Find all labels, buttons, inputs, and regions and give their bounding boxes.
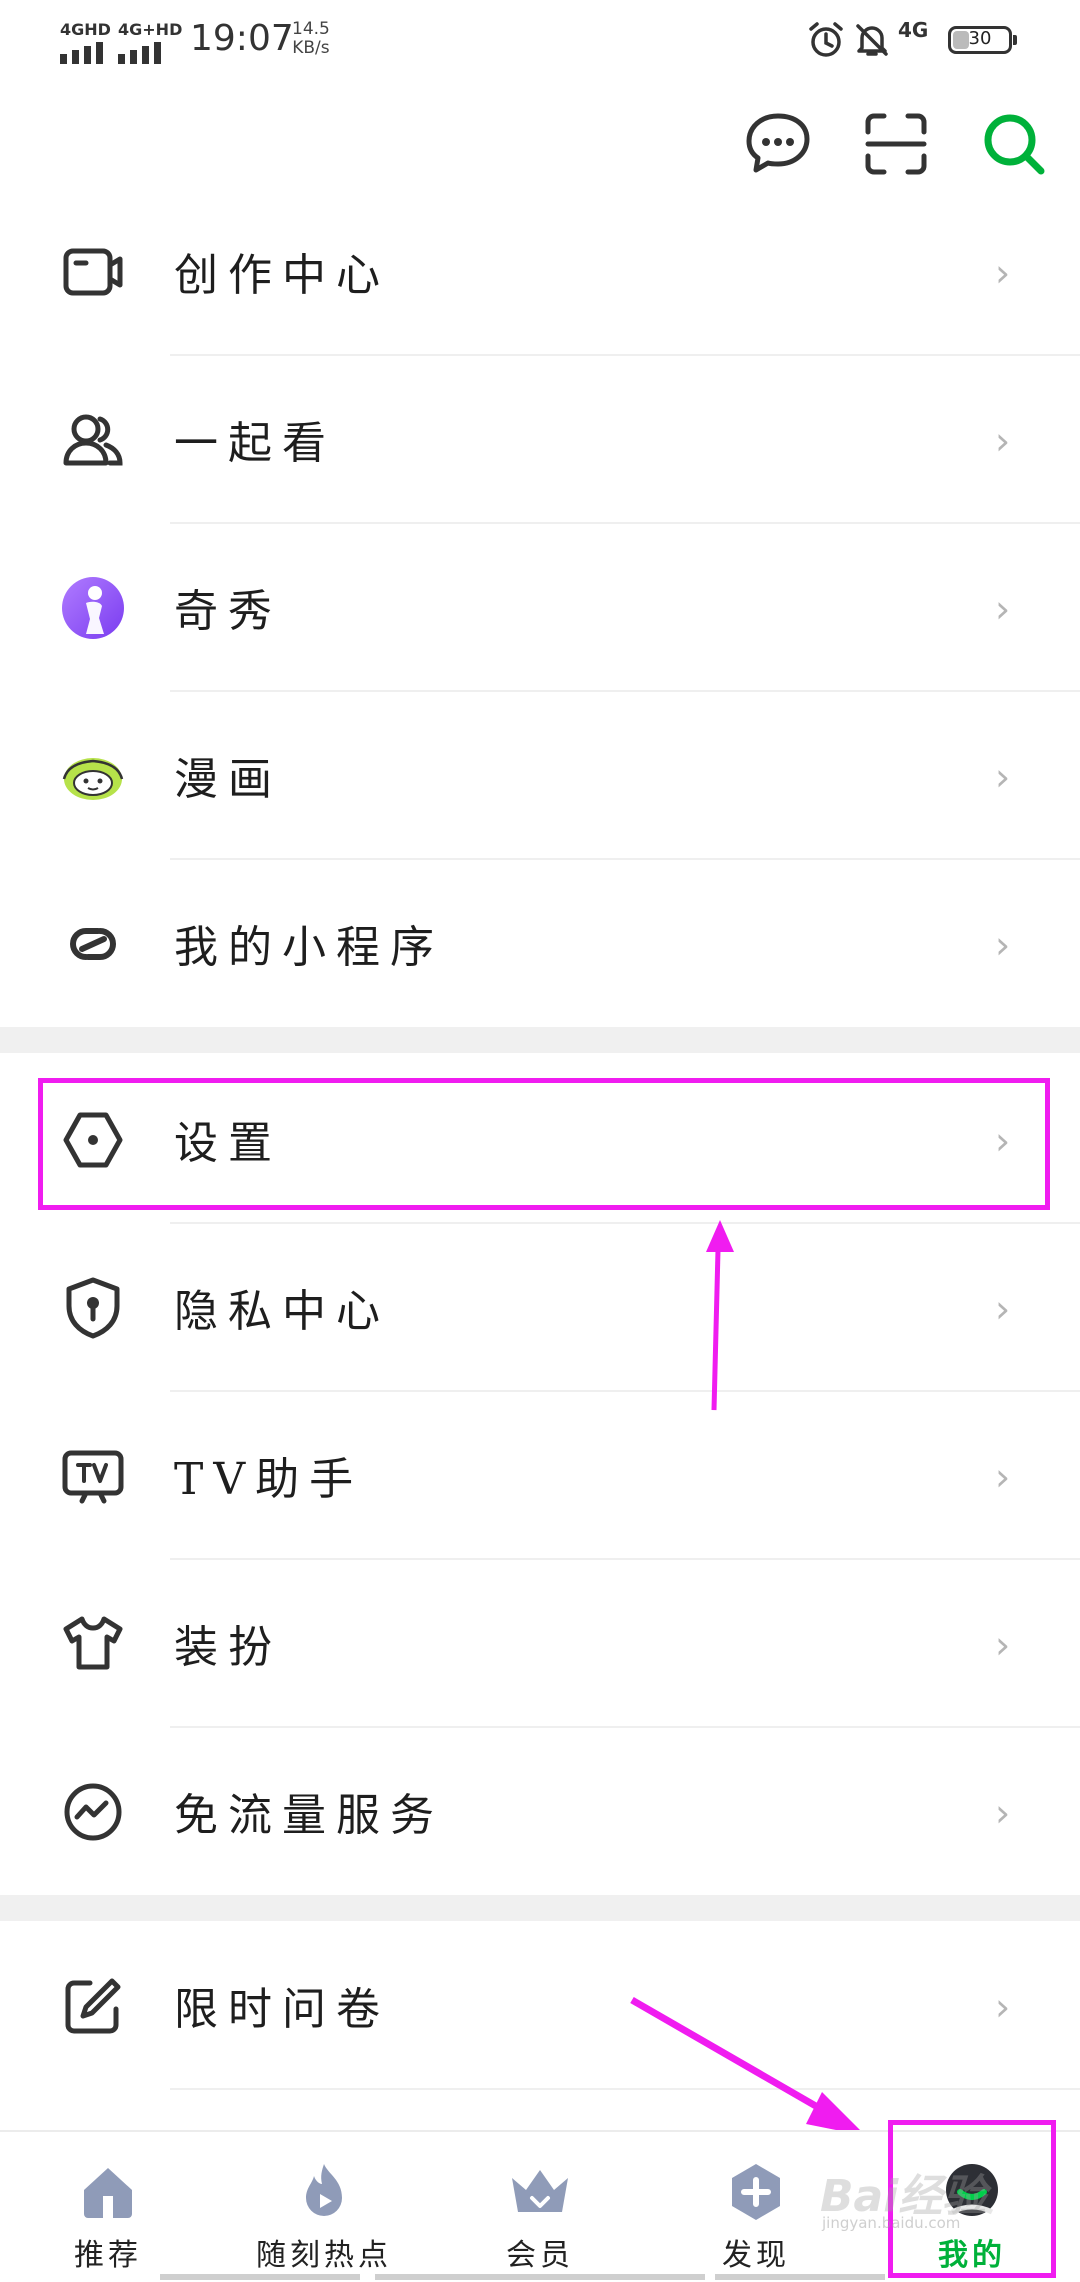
watermark-url: jingyan.baidu.com [822,2214,961,2232]
annotation-arrows [630,1220,866,2136]
nav-label: 会员 [506,2238,574,2273]
nav-tab-hot[interactable]: 随刻热点 [244,2132,404,2282]
nav-indicator [375,2274,705,2280]
nav-indicator [715,2274,885,2280]
fire-icon [306,2164,342,2216]
nav-tab-discover[interactable]: 发现 [676,2132,836,2282]
nav-tab-vip[interactable]: 会员 [460,2132,620,2282]
arrow-down-right-icon [630,1996,866,2136]
home-icon [84,2168,132,2218]
nav-indicator [160,2274,360,2280]
arrow-up-icon [706,1220,734,1411]
nav-label: 发现 [722,2238,790,2273]
nav-label: 随刻热点 [256,2238,392,2273]
nav-label: 推荐 [74,2238,142,2273]
crown-icon [512,2170,568,2212]
nav-tab-recommend[interactable]: 推荐 [28,2132,188,2282]
plus-icon [732,2164,780,2220]
